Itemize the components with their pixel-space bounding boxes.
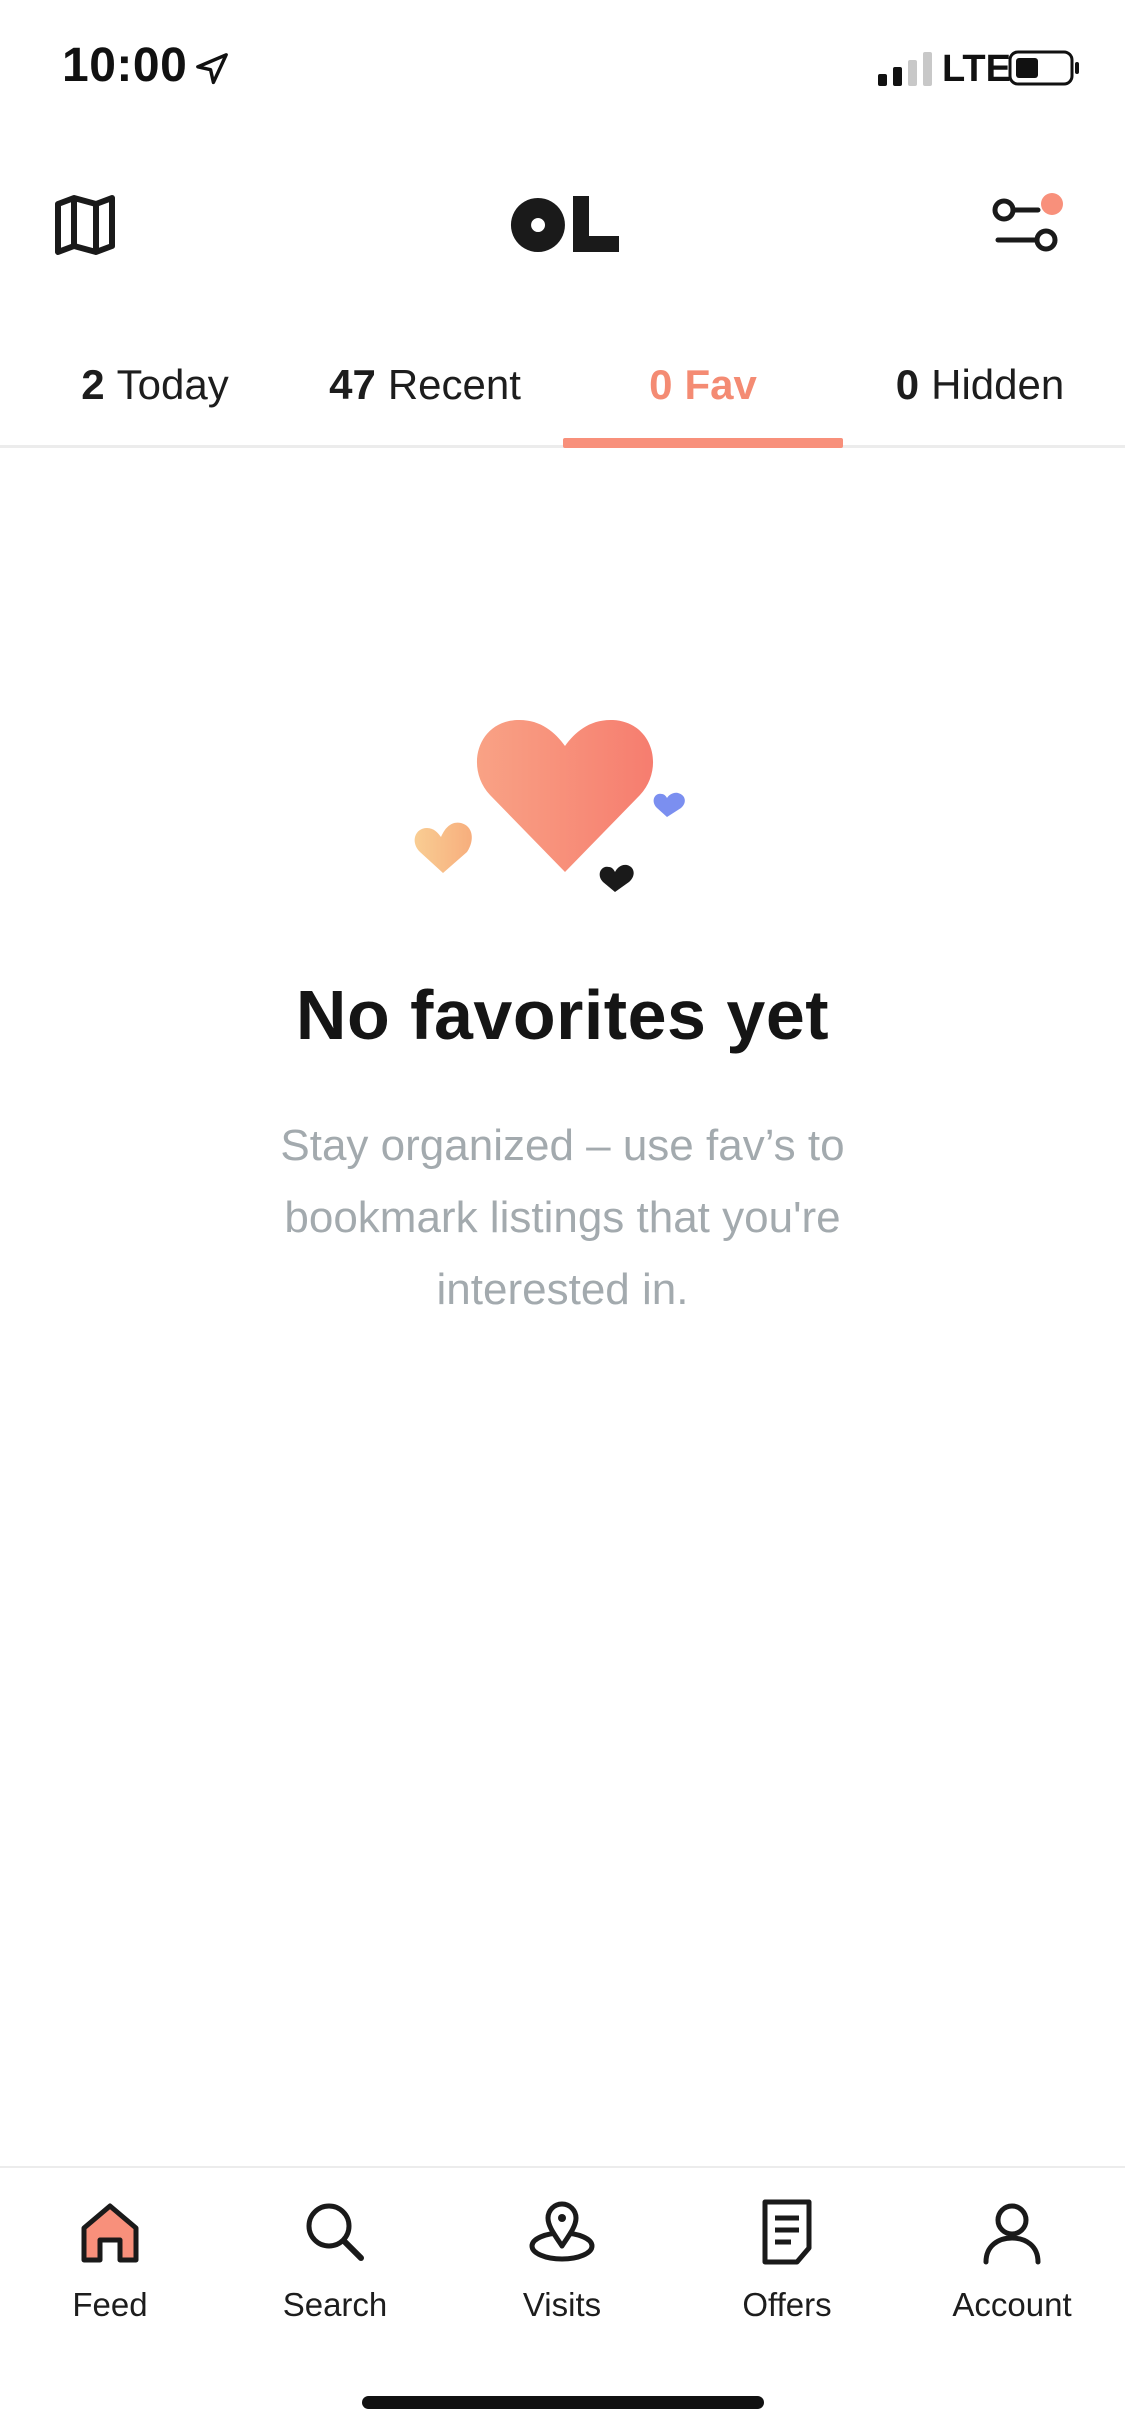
hearts-illustration bbox=[414, 719, 685, 892]
nav-item-offers[interactable]: Offers bbox=[687, 2196, 887, 2336]
document-icon bbox=[762, 2199, 812, 2265]
filter-icon[interactable] bbox=[990, 188, 1070, 264]
nav-label: Visits bbox=[522, 2286, 602, 2323]
nav-item-visits[interactable]: Visits bbox=[462, 2196, 662, 2336]
active-tab-indicator bbox=[563, 438, 843, 448]
status-time: 10:00 bbox=[62, 39, 188, 92]
home-icon bbox=[81, 2203, 139, 2263]
large-heart-icon bbox=[476, 719, 654, 872]
small-blue-heart-icon bbox=[653, 792, 685, 817]
listing-tabs: 2 Today 47 Recent 0 Fav 0 Hidden bbox=[0, 320, 1125, 448]
tab-count: 0 bbox=[895, 361, 920, 408]
nav-label: Offers bbox=[742, 2286, 832, 2323]
nav-item-feed[interactable]: Feed bbox=[10, 2196, 210, 2336]
tab-label: Recent bbox=[387, 361, 521, 408]
tab-recent[interactable]: 47 Recent bbox=[300, 340, 550, 430]
nav-label: Search bbox=[282, 2286, 388, 2323]
app-header bbox=[0, 170, 1125, 280]
location-pin-icon bbox=[529, 2201, 595, 2262]
battery-icon bbox=[1008, 50, 1079, 86]
search-icon bbox=[306, 2203, 364, 2261]
tab-label: Today bbox=[116, 361, 229, 408]
empty-state-description: Stay organized – use fav’s to bookmark l… bbox=[280, 1121, 845, 1314]
status-bar: 10:00 LTE bbox=[0, 0, 1125, 130]
user-icon bbox=[983, 2203, 1041, 2265]
small-black-heart-icon bbox=[599, 864, 634, 892]
location-arrow-icon bbox=[196, 53, 228, 85]
tab-hidden[interactable]: 0 Hidden bbox=[860, 340, 1100, 430]
empty-state-title: No favorites yet bbox=[295, 976, 830, 1054]
filter-badge-dot bbox=[1041, 193, 1063, 215]
tab-today[interactable]: 2 Today bbox=[40, 340, 270, 430]
tab-fav[interactable]: 0 Fav bbox=[563, 340, 843, 430]
tab-label: Hidden bbox=[931, 361, 1065, 408]
tab-count: 0 bbox=[649, 361, 673, 408]
tab-count: 2 bbox=[81, 361, 105, 408]
signal-icon bbox=[878, 52, 932, 86]
nav-item-search[interactable]: Search bbox=[235, 2196, 435, 2336]
small-peach-heart-icon bbox=[414, 822, 472, 873]
home-indicator[interactable] bbox=[362, 2396, 764, 2409]
tab-label: Fav bbox=[684, 361, 757, 408]
app-logo bbox=[510, 196, 619, 252]
tab-count: 47 bbox=[329, 361, 376, 408]
nav-label: Feed bbox=[72, 2286, 148, 2323]
nav-item-account[interactable]: Account bbox=[912, 2196, 1112, 2336]
network-type: LTE bbox=[942, 48, 1011, 90]
nav-label: Account bbox=[952, 2286, 1072, 2323]
map-icon[interactable] bbox=[50, 190, 120, 260]
